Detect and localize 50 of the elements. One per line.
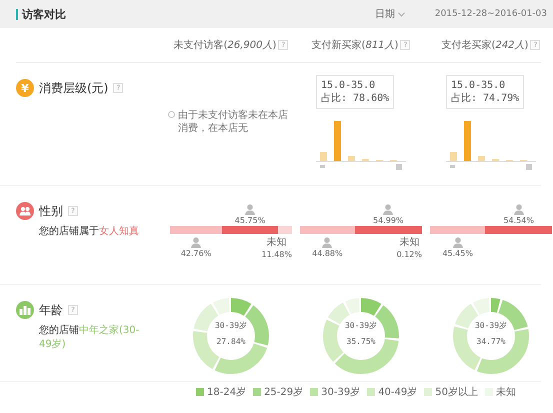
date-dropdown[interactable]: 日期 xyxy=(374,7,405,21)
legend-label: 30-39岁 xyxy=(321,386,360,399)
people-icon xyxy=(19,206,31,216)
female-share: 54.54% xyxy=(503,215,534,226)
unknown-label: 未知 xyxy=(266,237,287,249)
unknown-label: 未知 xyxy=(399,237,420,249)
unknown-share: 11.48% xyxy=(261,249,292,260)
tooltip-share: 占比: 74.79% xyxy=(451,92,520,105)
person-icon xyxy=(191,237,202,248)
accent-bar xyxy=(16,8,18,20)
legend-label: 25-29岁 xyxy=(264,386,304,399)
section-summary: 您的店铺属于女人知真 xyxy=(38,225,140,239)
male-share: 42.76% xyxy=(180,248,212,259)
tooltip-share: 占比: 78.60% xyxy=(321,92,390,105)
section-summary: 您的店铺中年之家(30-49岁) xyxy=(38,324,140,352)
person-icon xyxy=(383,204,394,215)
info-note: 由于未支付访客未在本店消费，在本店无 xyxy=(178,109,289,135)
female-share: 45.75% xyxy=(234,215,266,226)
female-share: 54.99% xyxy=(373,215,404,226)
donut-center-label: 30-39岁 xyxy=(214,320,248,331)
tooltip-range: 15.0-35.0 xyxy=(451,79,506,92)
legend-label: 50岁以上 xyxy=(435,386,478,399)
unknown-share: 0.12% xyxy=(396,249,422,260)
person-icon xyxy=(514,204,524,215)
donut-center-share: 27.84% xyxy=(216,337,246,346)
legend-label: 40-49岁 xyxy=(378,386,418,399)
donut-center-share: 35.75% xyxy=(346,337,376,346)
column-header: 未支付访客(26,900人) xyxy=(174,38,276,52)
caret-icon xyxy=(398,12,405,16)
page-title: 访客对比 xyxy=(22,6,66,22)
building-icon xyxy=(19,305,31,315)
tooltip-range: 15.0-35.0 xyxy=(321,79,376,92)
section-title: 性别 xyxy=(39,202,63,220)
column-header: 支付老买家(242人) xyxy=(442,38,528,52)
person-icon xyxy=(322,237,332,248)
section-title: 年龄 xyxy=(39,302,63,318)
yen-icon: ¥ xyxy=(16,79,34,97)
column-header: 支付新买家(811人) xyxy=(312,38,398,52)
male-share: 44.88% xyxy=(312,248,343,259)
donut-center-label: 30-39岁 xyxy=(344,320,378,331)
person-icon xyxy=(245,204,256,215)
male-share: 45.45% xyxy=(442,248,473,259)
legend-label: 未知 xyxy=(496,386,516,399)
person-icon xyxy=(452,237,463,248)
donut-center-share: 34.77% xyxy=(476,337,506,346)
info-icon xyxy=(168,111,175,118)
donut-center-label: 30-39岁 xyxy=(474,320,508,331)
section-title: 消费层级(元) xyxy=(39,80,108,96)
date-range: 2015-12-28~2016-01-03 xyxy=(434,9,547,19)
legend-label: 18-24岁 xyxy=(207,386,246,399)
